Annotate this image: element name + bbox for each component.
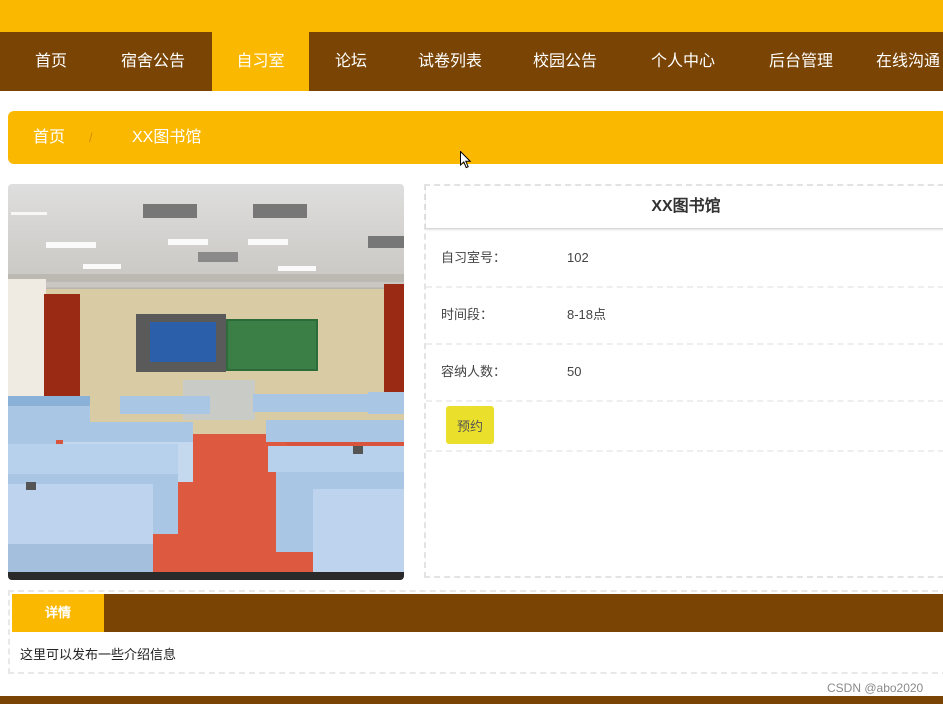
reserve-row: 预约: [426, 400, 943, 452]
watermark: CSDN @abo2020: [827, 681, 924, 695]
top-accent-bar: [0, 0, 943, 32]
field-label-room-number: 自习室号：: [441, 250, 507, 265]
breadcrumb-current: XX图书馆: [132, 129, 202, 146]
reserve-button[interactable]: 预约: [446, 406, 494, 444]
nav-item-home[interactable]: 首页: [14, 32, 88, 91]
nav-item-admin[interactable]: 后台管理: [758, 32, 844, 91]
nav-item-study-room[interactable]: 自习室: [212, 32, 309, 91]
breadcrumb-separator: /: [89, 130, 93, 145]
field-row-room-number: 自习室号： 102: [426, 229, 943, 288]
field-label-time-slot: 时间段：: [441, 307, 494, 322]
nav-item-forum[interactable]: 论坛: [320, 32, 382, 91]
field-value-time-slot: 8-18点: [567, 307, 607, 322]
details-tab-bar: [12, 594, 943, 632]
field-label-capacity: 容纳人数：: [441, 364, 507, 379]
nav-item-campus-notices[interactable]: 校园公告: [522, 32, 608, 91]
field-value-room-number: 102: [567, 250, 589, 265]
nav-item-exam-list[interactable]: 试卷列表: [408, 32, 492, 91]
breadcrumb-home[interactable]: 首页: [33, 111, 65, 164]
field-row-time-slot: 时间段： 8-18点: [426, 286, 943, 345]
room-info-panel: XX图书馆 自习室号： 102 时间段： 8-18点 容纳人数： 50 预约: [424, 184, 943, 578]
tab-details[interactable]: 详情: [12, 594, 104, 632]
field-value-capacity: 50: [567, 364, 582, 379]
nav-item-online-chat[interactable]: 在线沟通: [876, 32, 943, 91]
breadcrumb: 首页 / XX图书馆: [8, 111, 943, 164]
details-section: 详情 这里可以发布一些介绍信息: [8, 590, 943, 674]
field-row-capacity: 容纳人数： 50: [426, 343, 943, 402]
details-text: 这里可以发布一些介绍信息: [20, 647, 177, 662]
room-photo: [8, 184, 404, 580]
main-nav: 首页 宿舍公告 自习室 论坛 试卷列表 校园公告 个人中心 后台管理 在线沟通: [0, 32, 943, 91]
footer-bar: [0, 696, 943, 704]
nav-item-personal-center[interactable]: 个人中心: [640, 32, 726, 91]
classroom-photo-icon: [8, 184, 404, 580]
room-title: XX图书馆: [426, 186, 943, 229]
mouse-cursor-icon: [460, 151, 472, 169]
nav-item-dorm-notices[interactable]: 宿舍公告: [108, 32, 198, 91]
